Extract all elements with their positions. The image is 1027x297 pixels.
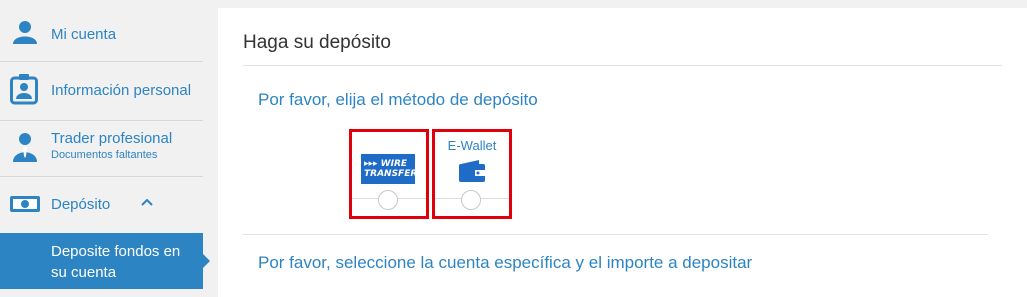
trader-icon [13, 132, 37, 167]
sidebar-item-label: Información personal [51, 82, 192, 99]
sidebar-subitem-label-line1: Deposite fondos en [51, 243, 181, 260]
cash-icon [10, 196, 40, 217]
sidebar-divider [0, 61, 203, 62]
wire-transfer-radio[interactable] [378, 190, 398, 210]
sidebar-item-trader-profesional[interactable]: Trader profesional Documentos faltantes [0, 128, 203, 168]
main-panel: Haga su depósito Por favor, elija el mét… [218, 8, 1027, 297]
id-badge-icon [10, 73, 38, 110]
section-divider [243, 234, 988, 235]
sidebar-subitem-label: Deposite fondos en su cuenta [51, 241, 180, 283]
sidebar-item-label: Depósito [51, 196, 111, 213]
e-wallet-label: E-Wallet [447, 138, 497, 153]
wire-logo-line1: ▸▸▸ WIRE [364, 159, 408, 169]
page-title: Haga su depósito [243, 32, 391, 53]
sidebar-divider [0, 120, 203, 121]
sidebar-divider [0, 176, 203, 177]
title-divider [243, 65, 1002, 66]
sidebar-item-deposito[interactable]: Depósito [0, 190, 203, 218]
sidebar-item-informacion-personal[interactable]: Información personal [0, 73, 203, 107]
sidebar-subitem-label-line2: su cuenta [51, 264, 117, 281]
wallet-icon [459, 160, 485, 187]
wire-logo-line2: TRANSFER [364, 169, 418, 179]
chevron-up-icon[interactable] [140, 195, 154, 214]
choose-method-heading: Por favor, elija el método de depósito [258, 90, 538, 109]
select-account-heading: Por favor, seleccione la cuenta específi… [258, 253, 753, 272]
sidebar-item-label: Mi cuenta [51, 26, 117, 43]
sidebar-item-sublabel: Documentos faltantes [51, 149, 158, 161]
wire-transfer-logo: ▸▸▸ WIRE TRANSFER [361, 154, 418, 184]
method-e-wallet[interactable]: E-Wallet [432, 129, 512, 219]
active-pointer-arrow [203, 254, 210, 268]
sidebar-subitem-deposite-fondos[interactable]: Deposite fondos en su cuenta [0, 233, 210, 289]
e-wallet-radio[interactable] [461, 190, 481, 210]
sidebar: Mi cuenta Información personal Trader pr… [0, 0, 210, 297]
sidebar-item-text: Trader profesional Documentos faltantes [51, 130, 172, 161]
sidebar-item-label: Trader profesional [51, 130, 173, 147]
sidebar-item-mi-cuenta[interactable]: Mi cuenta [0, 18, 203, 48]
method-wire-transfer[interactable]: ▸▸▸ WIRE TRANSFER [349, 129, 429, 219]
user-icon [13, 20, 37, 49]
